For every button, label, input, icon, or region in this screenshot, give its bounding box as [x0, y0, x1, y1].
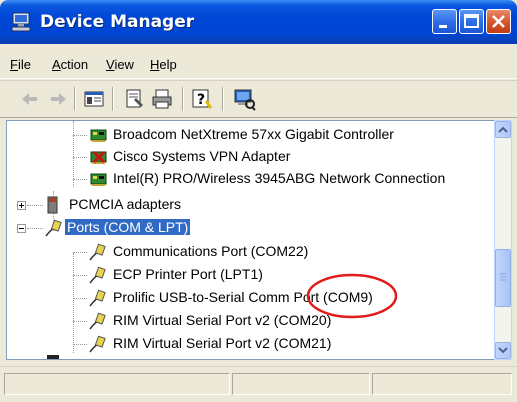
menu-file-accel: F — [10, 57, 18, 72]
window-title: Device Manager — [40, 12, 195, 32]
menu-action[interactable]: Action — [52, 57, 88, 72]
tree-item-pcmcia[interactable]: PCMCIA adapters — [7, 194, 487, 216]
network-adapter-icon — [90, 173, 107, 186]
menu-help[interactable]: Help — [150, 57, 177, 72]
title-bar[interactable]: Device Manager — [0, 0, 517, 44]
tree-item-label-selected: Ports (COM & LPT) — [65, 219, 191, 235]
print-icon[interactable] — [150, 87, 174, 111]
port-connector-icon — [89, 266, 106, 284]
plus-icon — [19, 203, 24, 208]
tree-item-label: Intel(R) PRO/Wireless 3945ABG Network Co… — [113, 170, 446, 186]
port-connector-icon — [89, 312, 106, 330]
menu-bar: File Action View Help — [0, 52, 517, 79]
menu-action-accel: A — [52, 57, 61, 72]
tree-item-cisco-vpn[interactable]: Cisco Systems VPN Adapter — [7, 146, 487, 168]
status-pane — [232, 373, 370, 395]
tree-line — [73, 252, 87, 253]
menu-help-label: elp — [159, 57, 177, 72]
port-connector-icon — [45, 219, 62, 237]
close-button[interactable] — [486, 9, 511, 34]
expand-toggle[interactable] — [17, 201, 26, 210]
network-adapter-icon — [90, 129, 107, 142]
tree-item-com9[interactable]: Prolific USB-to-Serial Comm Port (COM9) — [7, 287, 487, 309]
menu-file[interactable]: File — [10, 57, 31, 72]
port-connector-icon — [89, 335, 106, 353]
tree-item-ports[interactable]: Ports (COM & LPT) — [7, 217, 487, 239]
maximize-button[interactable] — [459, 9, 484, 34]
device-tree[interactable]: Broadcom NetXtreme 57xx Gigabit Controll… — [6, 120, 496, 360]
status-pane — [372, 373, 512, 395]
toolbar-separator — [74, 87, 76, 111]
tree-item-label: PCMCIA adapters — [69, 196, 182, 212]
tree-line — [73, 298, 87, 299]
status-pane — [4, 373, 230, 395]
maximize-icon — [464, 14, 479, 28]
tree-item-label: Communications Port (COM22) — [113, 243, 309, 259]
annotation-circle — [306, 273, 398, 319]
tree-item-label: RIM Virtual Serial Port v2 (COM20) — [113, 312, 332, 328]
menu-help-accel: H — [150, 57, 160, 72]
tree-item-com21[interactable]: RIM Virtual Serial Port v2 (COM21) — [7, 333, 487, 355]
port-connector-icon — [89, 289, 106, 307]
toolbar: ? — [0, 80, 517, 118]
properties-icon[interactable] — [122, 87, 146, 111]
tree-item-label: Broadcom NetXtreme 57xx Gigabit Controll… — [113, 126, 394, 142]
scroll-thumb[interactable] — [495, 249, 511, 307]
show-hide-console-tree-icon[interactable] — [82, 87, 106, 111]
minimize-button[interactable] — [432, 9, 457, 34]
pcmcia-card-icon — [47, 196, 58, 214]
tree-item-lpt1[interactable]: ECP Printer Port (LPT1) — [7, 264, 487, 286]
partial-device-icon — [47, 355, 59, 359]
toolbar-separator — [222, 87, 224, 111]
tree-item-label: RIM Virtual Serial Port v2 (COM21) — [113, 335, 332, 351]
menu-view-label: iew — [114, 57, 134, 72]
menu-view[interactable]: View — [106, 57, 134, 72]
scan-hardware-icon[interactable] — [232, 87, 256, 111]
grip-icon — [500, 273, 506, 281]
collapse-toggle[interactable] — [17, 224, 26, 233]
tree-line — [73, 344, 87, 345]
status-bar — [0, 366, 517, 402]
toolbar-separator — [182, 87, 184, 111]
minus-icon — [19, 228, 24, 229]
port-connector-icon — [89, 243, 106, 261]
vertical-scrollbar[interactable] — [494, 120, 512, 360]
scroll-down-button[interactable] — [495, 342, 511, 359]
tree-item-label: ECP Printer Port (LPT1) — [113, 266, 263, 282]
close-icon — [492, 15, 505, 28]
tree-item-com20[interactable]: RIM Virtual Serial Port v2 (COM20) — [7, 310, 487, 332]
tree-line — [27, 228, 43, 229]
forward-arrow-icon[interactable] — [46, 87, 70, 111]
minimize-icon — [439, 25, 447, 28]
menu-file-label: ile — [17, 57, 31, 72]
tree-line — [73, 321, 87, 322]
device-manager-app-icon — [11, 12, 31, 32]
help-icon[interactable]: ? — [190, 87, 214, 111]
tree-line — [73, 135, 87, 136]
network-adapter-disabled-icon — [90, 150, 107, 164]
tree-line — [73, 275, 87, 276]
tree-item-broadcom[interactable]: Broadcom NetXtreme 57xx Gigabit Controll… — [7, 124, 487, 146]
scroll-up-button[interactable] — [495, 121, 511, 138]
tree-item-com22[interactable]: Communications Port (COM22) — [7, 241, 487, 263]
toolbar-separator — [112, 87, 114, 111]
device-manager-window: Device Manager File Action View Help ? B… — [0, 0, 517, 402]
tree-line — [27, 205, 43, 206]
svg-text:?: ? — [197, 92, 205, 108]
chevron-down-icon — [498, 347, 508, 354]
tree-item-label: Cisco Systems VPN Adapter — [113, 148, 291, 164]
back-arrow-icon[interactable] — [18, 87, 42, 111]
tree-item-intel-wireless[interactable]: Intel(R) PRO/Wireless 3945ABG Network Co… — [7, 168, 487, 190]
tree-line — [73, 179, 87, 180]
chevron-up-icon — [498, 126, 508, 133]
menu-action-label: ction — [60, 57, 89, 72]
tree-line — [73, 157, 87, 158]
